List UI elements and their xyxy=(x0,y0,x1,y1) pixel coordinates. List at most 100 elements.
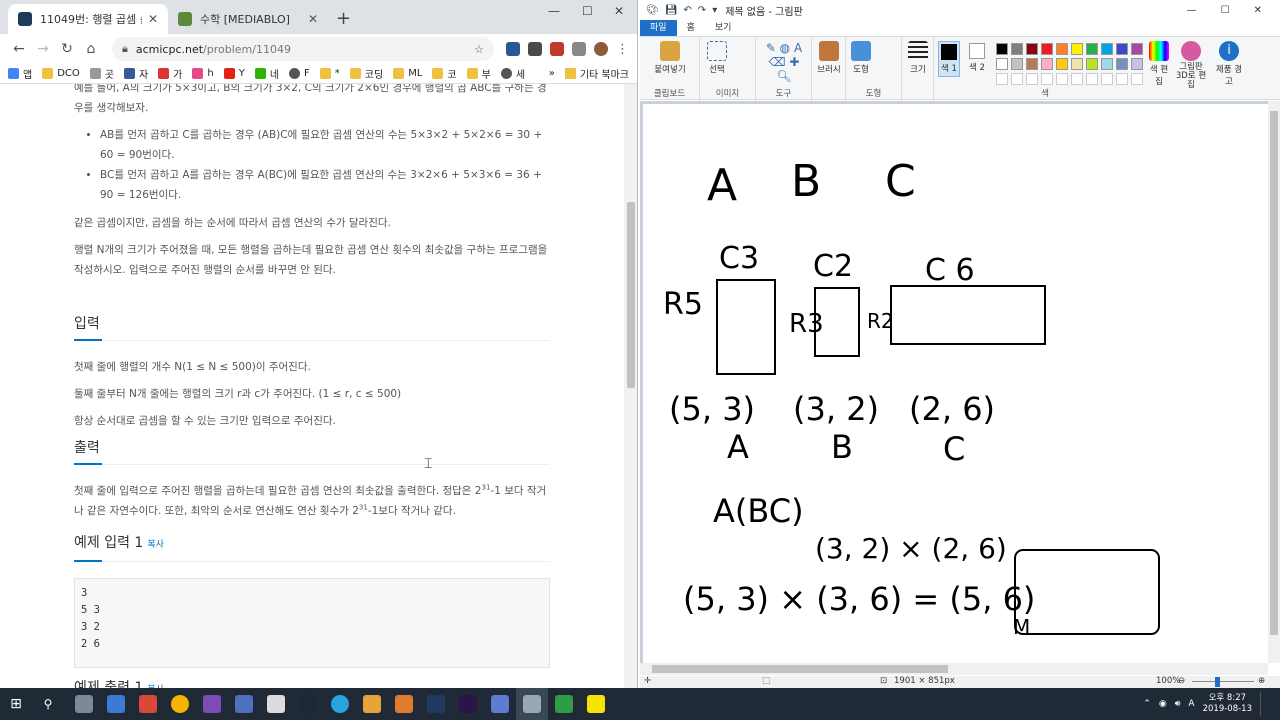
taskbar-app[interactable] xyxy=(132,688,164,720)
color-swatch[interactable] xyxy=(996,43,1008,55)
taskbar-paint[interactable] xyxy=(516,688,548,720)
empty-swatch[interactable] xyxy=(1056,73,1068,85)
color-swatch[interactable] xyxy=(1101,43,1113,55)
color-swatch[interactable] xyxy=(1026,58,1038,70)
color-swatch[interactable] xyxy=(1071,43,1083,55)
color-swatch[interactable] xyxy=(1041,43,1053,55)
empty-swatch[interactable] xyxy=(1041,73,1053,85)
undo-icon[interactable]: ↶ xyxy=(683,5,691,16)
minimize-icon[interactable]: — xyxy=(1187,5,1197,16)
reload-icon[interactable]: ↻ xyxy=(56,41,78,57)
maximize-icon[interactable]: ☐ xyxy=(582,4,593,18)
bookmark-item[interactable]: 코딩 xyxy=(349,66,383,81)
new-tab-button[interactable]: + xyxy=(336,8,351,29)
taskbar-app[interactable] xyxy=(356,688,388,720)
color-swatch[interactable] xyxy=(1116,58,1128,70)
more-bookmarks-chevron-icon[interactable]: » xyxy=(549,68,555,79)
color-swatch[interactable] xyxy=(1101,58,1113,70)
color-swatch[interactable] xyxy=(1041,58,1053,70)
canvas-scrollbar-vertical[interactable] xyxy=(1268,101,1280,663)
bookmark-item[interactable]: F xyxy=(289,68,310,79)
color-swatch[interactable] xyxy=(1011,58,1023,70)
taskbar-app[interactable] xyxy=(100,688,132,720)
empty-swatch[interactable] xyxy=(996,73,1008,85)
color-swatch[interactable] xyxy=(1056,58,1068,70)
zoom-slider[interactable] xyxy=(1192,681,1254,682)
empty-swatch[interactable] xyxy=(1086,73,1098,85)
taskbar-app[interactable] xyxy=(580,688,612,720)
select-button[interactable]: 선택 xyxy=(704,41,730,75)
zoom-in-icon[interactable]: ⊕ xyxy=(1258,676,1265,686)
close-window-icon[interactable]: ✕ xyxy=(1254,5,1262,16)
taskbar-app[interactable] xyxy=(324,688,356,720)
start-button[interactable]: ⊞ xyxy=(0,688,32,720)
drawing-canvas[interactable]: A B C C3 C2 C 6 R5 R3 R2 (5, 3) (3, 2) (… xyxy=(643,104,1268,663)
taskbar-app[interactable] xyxy=(420,688,452,720)
scrollbar-thumb[interactable] xyxy=(1270,111,1278,635)
brush-button[interactable]: 브러시 xyxy=(814,41,844,75)
empty-swatch[interactable] xyxy=(1071,73,1083,85)
taskbar-app[interactable] xyxy=(484,688,516,720)
zoom-slider-thumb[interactable] xyxy=(1215,677,1220,687)
taskbar-app[interactable] xyxy=(228,688,260,720)
bookmark-item[interactable]: 부 xyxy=(466,66,491,81)
tab-view[interactable]: 보기 xyxy=(705,20,742,36)
bookmark-item[interactable]: h xyxy=(192,68,214,79)
color-swatch[interactable] xyxy=(1131,58,1143,70)
save-icon[interactable]: 💾︎ xyxy=(665,5,678,16)
clock[interactable]: 오후 8:27 2019-08-13 xyxy=(1203,693,1252,715)
maximize-icon[interactable]: ☐ xyxy=(1221,5,1230,16)
color-swatch[interactable] xyxy=(996,58,1008,70)
taskbar-app[interactable] xyxy=(260,688,292,720)
bookmark-item[interactable]: 네 xyxy=(254,66,279,81)
bookmark-item[interactable]: 가 xyxy=(158,66,182,81)
taskbar-app[interactable] xyxy=(292,688,324,720)
extension-icon[interactable] xyxy=(550,42,564,56)
canvas-scrollbar-horizontal[interactable] xyxy=(640,663,1268,675)
extension-icon[interactable] xyxy=(528,42,542,56)
bookmark-item[interactable]: 코 xyxy=(432,66,457,81)
other-bookmarks[interactable]: 기타 북마크 xyxy=(580,66,629,81)
close-icon[interactable]: ✕ xyxy=(148,12,158,26)
shape-button[interactable]: 도형 xyxy=(848,41,874,75)
color-swatch[interactable] xyxy=(1086,58,1098,70)
bookmark-star-icon[interactable]: ☆ xyxy=(474,43,484,56)
volume-icon[interactable]: 🔊︎ xyxy=(1175,699,1181,709)
bookmark-item[interactable]: DCO xyxy=(42,68,80,79)
menu-icon[interactable]: ⋮ xyxy=(616,42,629,57)
bookmark-item[interactable]: 곳 xyxy=(89,66,114,81)
color-swatch[interactable] xyxy=(1026,43,1038,55)
empty-swatch[interactable] xyxy=(1026,73,1038,85)
color2-button[interactable]: 색 2 xyxy=(966,41,988,75)
bookmark-item[interactable]: 세 xyxy=(500,66,525,81)
show-desktop-button[interactable] xyxy=(1260,692,1266,716)
paste-button[interactable]: 붙여넣기 xyxy=(646,41,694,75)
empty-swatch[interactable] xyxy=(1101,73,1113,85)
scrollbar-thumb[interactable] xyxy=(627,202,635,388)
taskbar-app[interactable] xyxy=(452,688,484,720)
product-alert-button[interactable]: i 제품 경고 xyxy=(1214,41,1244,87)
close-icon[interactable]: ✕ xyxy=(308,12,318,26)
chevron-down-icon[interactable]: ▾ xyxy=(712,5,717,16)
extension-icon[interactable] xyxy=(506,42,520,56)
bookmark-item[interactable]: ML xyxy=(393,68,422,79)
tab-home[interactable]: 홈 xyxy=(677,20,705,36)
avatar[interactable] xyxy=(594,42,608,56)
extension-icon[interactable] xyxy=(572,42,586,56)
empty-swatch[interactable] xyxy=(1011,73,1023,85)
close-window-icon[interactable]: ✕ xyxy=(614,4,624,18)
tab-problem[interactable]: 11049번: 행렬 곱셈 순서 ✕ xyxy=(8,4,168,34)
taskbar-app[interactable] xyxy=(388,688,420,720)
color1-button[interactable]: 색 1 xyxy=(938,41,960,77)
empty-swatch[interactable] xyxy=(1131,73,1143,85)
minimize-icon[interactable]: — xyxy=(548,4,560,18)
size-button[interactable]: 크기 xyxy=(904,41,932,75)
color-swatch[interactable] xyxy=(1071,58,1083,70)
color-swatch[interactable] xyxy=(1056,43,1068,55)
tab-math[interactable]: 수학 [MEDIABLO] ✕ xyxy=(168,4,328,34)
color-swatch[interactable] xyxy=(1011,43,1023,55)
back-icon[interactable]: ← xyxy=(8,41,30,57)
redo-icon[interactable]: ↷ xyxy=(698,5,706,16)
home-icon[interactable]: ⌂ xyxy=(80,41,102,57)
paint3d-button[interactable]: 그림판 3D로 편집 xyxy=(1174,41,1208,90)
